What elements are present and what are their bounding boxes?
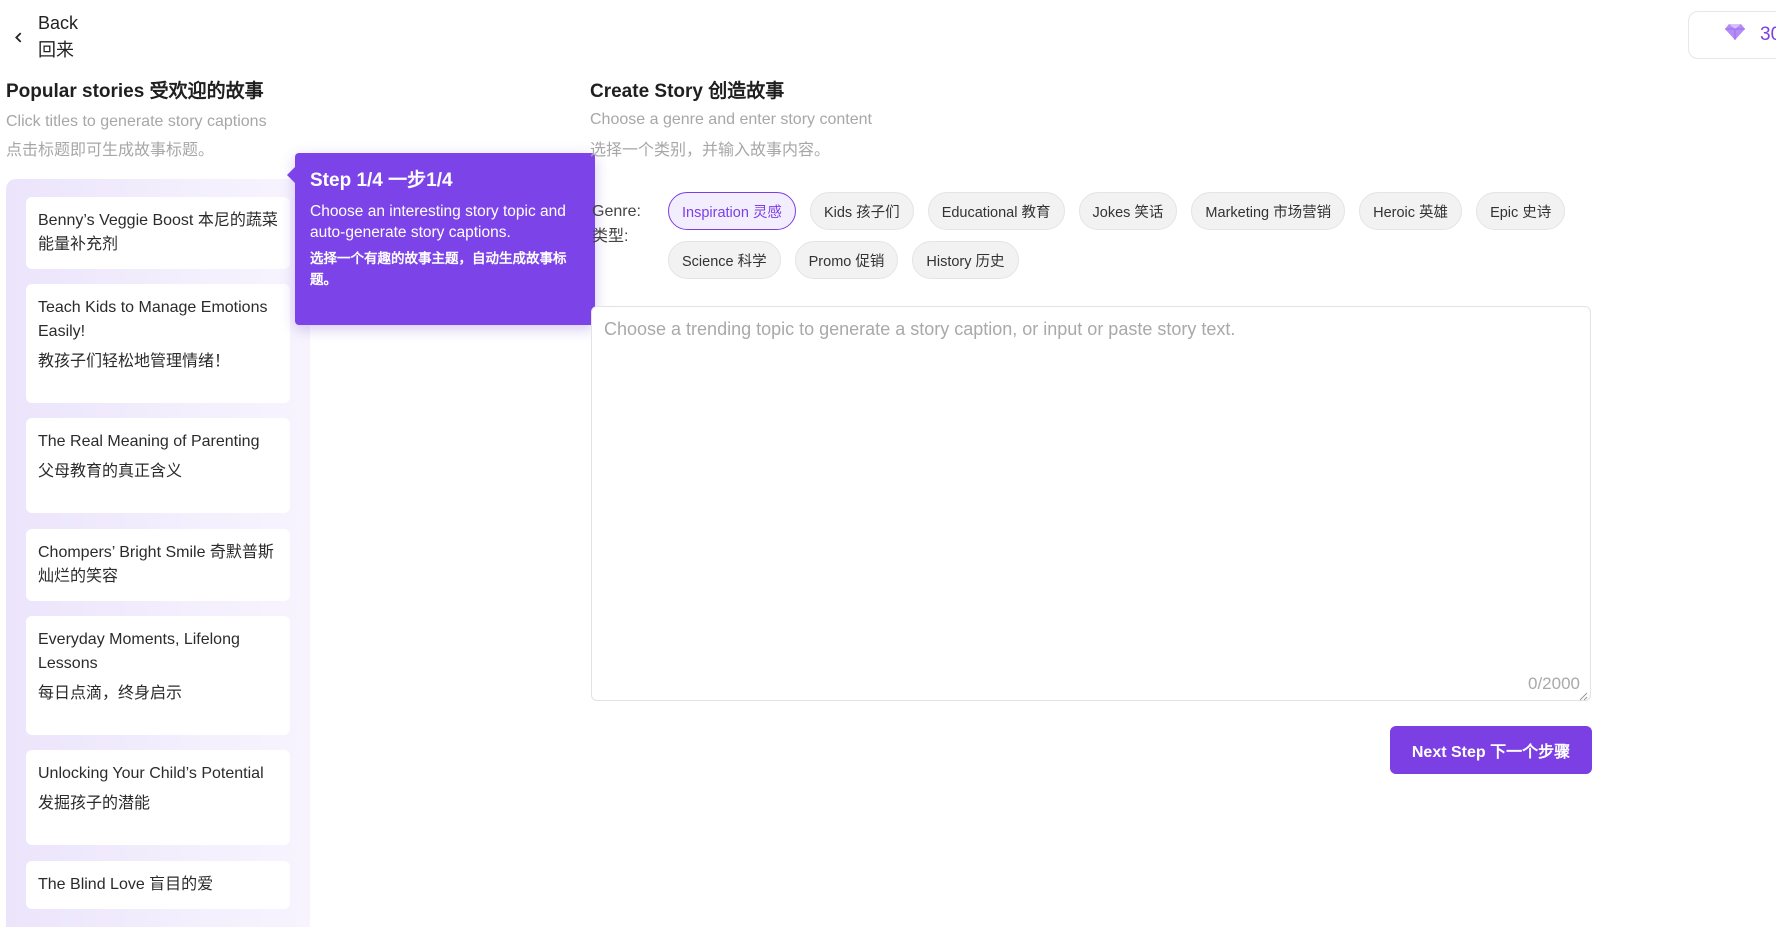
genre-label: Genre: 类型: [592, 199, 641, 249]
create-story-header: Create Story 创造故事 Choose a genre and ent… [590, 80, 1190, 161]
story-textarea[interactable] [592, 307, 1590, 700]
create-story-subtitle-cn: 选择一个类别，并输入故事内容。 [590, 142, 831, 159]
diamond-icon [1724, 23, 1746, 47]
popular-stories-header: Popular stories 受欢迎的故事 Click titles to g… [6, 80, 296, 161]
genre-chip-jokes[interactable]: Jokes 笑话 [1078, 192, 1178, 230]
chevron-left-icon [9, 17, 27, 57]
credits-value: 30 [1760, 24, 1776, 45]
story-title-cn: 父母教育的真正含义 [38, 463, 183, 480]
story-title-en: The Blind Love 盲目的爱 [38, 876, 214, 893]
story-title-en: Chompers’ Bright Smile 奇默普斯灿烂的笑容 [38, 544, 274, 585]
create-story-page: Back 回来 30 Popular stories 受欢迎的故事 Click … [0, 0, 1776, 927]
genre-chips-row-2: Science 科学 Promo 促销 History 历史 [668, 241, 1019, 279]
genre-chip-science[interactable]: Science 科学 [668, 241, 781, 279]
genre-label-en: Genre: [592, 203, 641, 220]
story-title-cn: 每日点滴，终身启示 [38, 685, 183, 702]
story-card[interactable]: Unlocking Your Child’s Potential 发掘孩子的潜能 [26, 750, 290, 845]
genre-chip-marketing[interactable]: Marketing 市场营销 [1191, 192, 1346, 230]
char-counter: 0/2000 [1528, 674, 1580, 693]
tooltip-text-en: Choose an interesting story topic and au… [310, 203, 566, 241]
story-card[interactable]: The Blind Love 盲目的爱 [26, 861, 290, 909]
popular-stories-subtitle-en: Click titles to generate story captions [6, 113, 267, 130]
story-title-en: Everyday Moments, Lifelong Lessons [38, 631, 240, 672]
story-card[interactable]: Everyday Moments, Lifelong Lessons 每日点滴，… [26, 616, 290, 735]
genre-chip-history[interactable]: History 历史 [912, 241, 1019, 279]
create-story-title: Create Story 创造故事 [590, 81, 785, 102]
story-title-en: Benny’s Veggie Boost 本尼的蔬菜能量补充剂 [38, 212, 278, 253]
story-card[interactable]: Teach Kids to Manage Emotions Easily! 教孩… [26, 284, 290, 403]
story-card[interactable]: Benny’s Veggie Boost 本尼的蔬菜能量补充剂 [26, 197, 290, 269]
credits-badge[interactable]: 30 [1688, 11, 1776, 59]
story-card[interactable]: Chompers’ Bright Smile 奇默普斯灿烂的笑容 [26, 529, 290, 601]
genre-chip-heroic[interactable]: Heroic 英雄 [1359, 192, 1463, 230]
genre-chip-promo[interactable]: Promo 促销 [794, 241, 899, 279]
back-labels: Back 回来 [38, 10, 78, 64]
genre-chip-epic[interactable]: Epic 史诗 [1476, 192, 1566, 230]
popular-stories-title: Popular stories 受欢迎的故事 [6, 81, 264, 102]
story-title-en: The Real Meaning of Parenting [38, 433, 260, 450]
genre-chip-kids[interactable]: Kids 孩子们 [809, 192, 914, 230]
tooltip-text-cn: 选择一个有趣的故事主题，自动生成故事标题。 [310, 251, 567, 287]
next-step-button[interactable]: Next Step 下一个步骤 [1390, 726, 1592, 774]
resize-handle-icon[interactable] [1578, 688, 1588, 701]
story-list[interactable]: Benny’s Veggie Boost 本尼的蔬菜能量补充剂 Teach Ki… [6, 179, 310, 927]
back-label-cn: 回来 [38, 40, 74, 60]
back-button[interactable]: Back 回来 [9, 10, 78, 64]
story-title-en: Teach Kids to Manage Emotions Easily! [38, 299, 268, 340]
onboarding-tooltip: Step 1/4 一步1/4 Choose an interesting sto… [287, 153, 595, 325]
create-story-subtitle-en: Choose a genre and enter story content [590, 111, 872, 128]
genre-label-cn: 类型: [592, 228, 629, 245]
story-title-en: Unlocking Your Child’s Potential [38, 765, 264, 782]
genre-chip-educational[interactable]: Educational 教育 [927, 192, 1065, 230]
story-title-cn: 教孩子们轻松地管理情绪！ [38, 353, 231, 370]
back-label-en: Back [38, 13, 79, 33]
tooltip-title: Step 1/4 一步1/4 [310, 170, 453, 191]
story-title-cn: 发掘孩子的潜能 [38, 795, 151, 812]
story-card[interactable]: The Real Meaning of Parenting 父母教育的真正含义 [26, 418, 290, 513]
genre-chip-inspiration[interactable]: Inspiration 灵感 [668, 192, 796, 230]
genre-chips-row-1: Inspiration 灵感 Kids 孩子们 Educational 教育 J… [668, 192, 1566, 230]
story-text-box: 0/2000 [591, 306, 1591, 701]
popular-stories-subtitle-cn: 点击标题即可生成故事标题。 [6, 142, 215, 159]
